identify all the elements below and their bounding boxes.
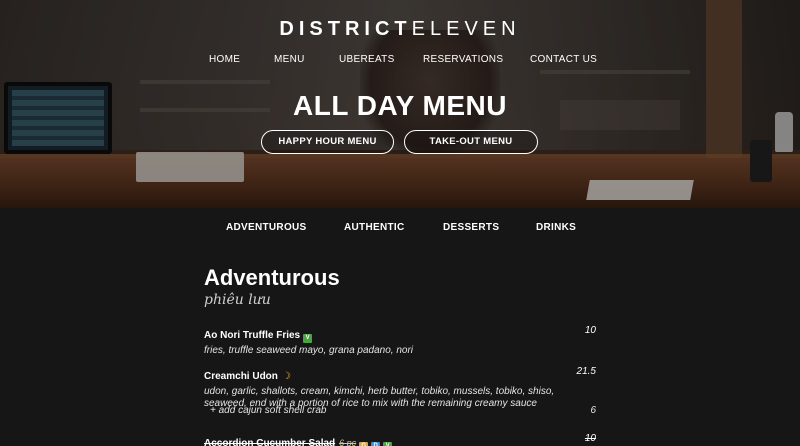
category-authentic[interactable]: AUTHENTIC (344, 222, 404, 233)
section-subtitle: phiêu lưu (204, 292, 271, 308)
take-out-menu-button[interactable]: TAKE-OUT MENU (404, 130, 538, 154)
item-quantity: 6 pc (339, 438, 357, 446)
item-name: Creamchi Udon (204, 371, 278, 382)
vegan-icon: V (303, 334, 313, 343)
addon-price: 6 (590, 405, 596, 416)
menu-item: Ao Nori Truffle Fries V 10 fries, truffle… (204, 325, 596, 357)
item-description: udon, garlic, shallots, cream, kimchi, h… (204, 386, 555, 397)
category-nav: ADVENTUROUS AUTHENTIC DESSERTS DRINKS (0, 222, 800, 236)
menu-item: Creamchi Udon ☽ 21.5 udon, garlic, shallo… (204, 366, 596, 410)
item-addon: + add cajun soft shell crab 6 (210, 405, 596, 416)
main-nav: HOME MENU UBEREATS RESERVATIONS CONTACT … (0, 54, 800, 68)
section-title: Adventurous (204, 265, 340, 290)
vegan-icon: V (383, 442, 393, 446)
category-drinks[interactable]: DRINKS (536, 222, 576, 233)
nav-ubereats[interactable]: UBEREATS (339, 54, 395, 65)
nav-menu[interactable]: MENU (274, 54, 305, 65)
df-icon: D (371, 442, 381, 446)
item-price: 21.5 (576, 366, 596, 377)
item-description: fries, truffle seaweed mayo, grana padan… (204, 345, 414, 356)
item-price: 10 (584, 325, 596, 336)
page-title: ALL DAY MENU (293, 90, 507, 121)
logo-part-district: DISTRICT (279, 18, 412, 40)
item-name: Accordion Cucumber Salad (204, 438, 336, 446)
nav-contact-us[interactable]: CONTACT US (530, 54, 597, 65)
site-logo[interactable]: DISTRICTELEVEN (0, 18, 800, 41)
gf-icon: G (359, 442, 369, 446)
nav-reservations[interactable]: RESERVATIONS (423, 54, 503, 65)
item-price: 10 (584, 433, 596, 444)
menu-item-unavailable: Accordion Cucumber Salad 6 pc G D V 10 (204, 433, 596, 446)
category-desserts[interactable]: DESSERTS (443, 222, 499, 233)
category-adventurous[interactable]: ADVENTUROUS (226, 222, 307, 233)
logo-part-eleven: ELEVEN (411, 18, 521, 40)
happy-hour-menu-button[interactable]: HAPPY HOUR MENU (261, 130, 394, 154)
addon-label: + add cajun soft shell crab (210, 405, 327, 416)
item-name: Ao Nori Truffle Fries (204, 330, 301, 341)
spicy-moon-icon: ☽ (281, 371, 291, 382)
nav-home[interactable]: HOME (209, 54, 240, 65)
hero-banner: DISTRICTELEVEN HOME MENU UBEREATS RESERV… (0, 0, 800, 208)
